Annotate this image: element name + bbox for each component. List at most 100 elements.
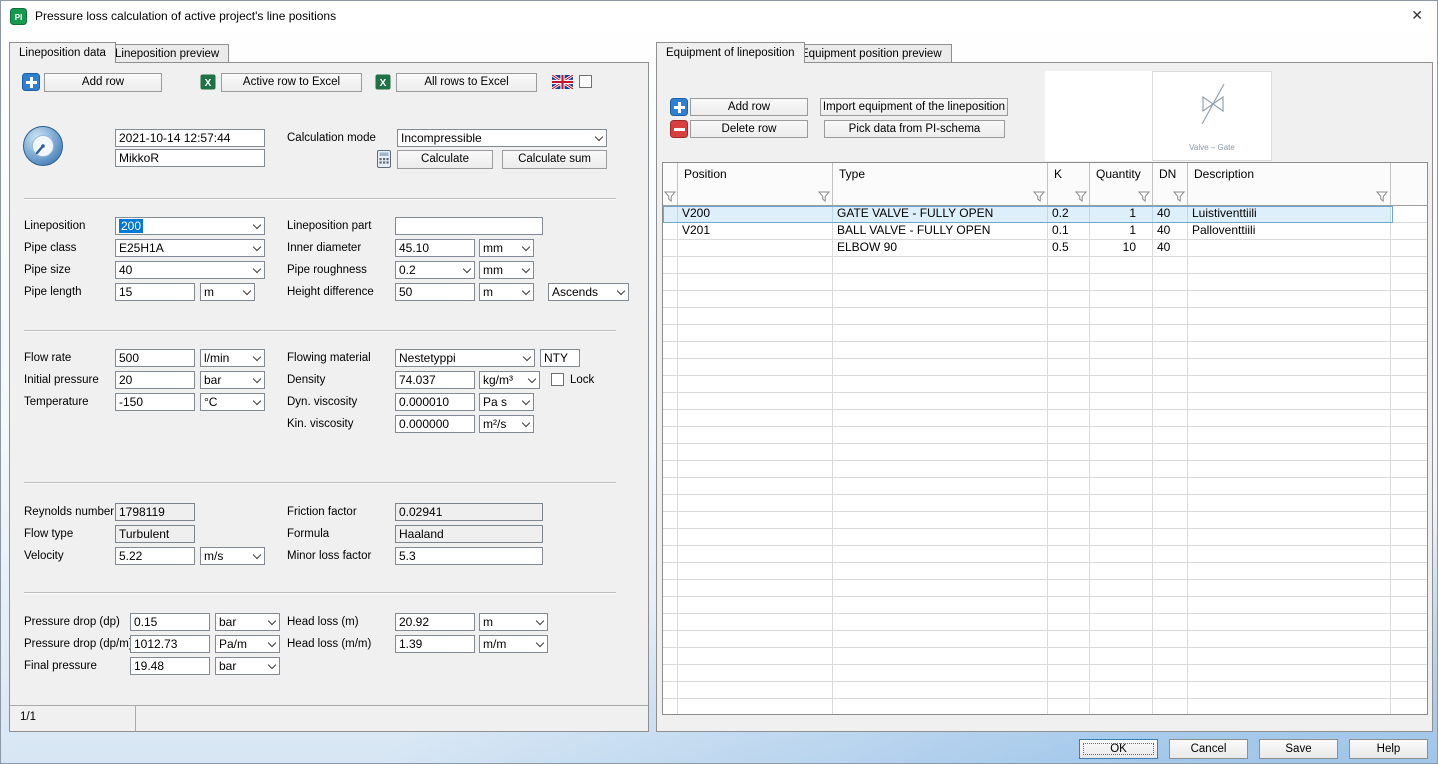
kin-viscosity-input[interactable] bbox=[395, 415, 475, 433]
table-header-type[interactable]: Type bbox=[833, 163, 1048, 205]
cell-k[interactable]: 0.2 bbox=[1048, 206, 1090, 223]
table-empty-row[interactable] bbox=[663, 427, 1427, 444]
inner-diameter-input[interactable] bbox=[395, 239, 475, 257]
equipment-delete-row-button[interactable]: Delete row bbox=[690, 120, 808, 138]
delete-row-icon[interactable] bbox=[670, 120, 688, 138]
height-difference-input[interactable] bbox=[395, 283, 475, 301]
add-row-icon[interactable] bbox=[670, 98, 688, 116]
excel-icon[interactable]: X bbox=[200, 74, 216, 90]
final-pressure-unit-combobox[interactable]: bar bbox=[215, 657, 280, 675]
lock-checkbox[interactable] bbox=[551, 373, 564, 386]
flowing-material-combobox[interactable]: Nestetyppi bbox=[395, 349, 535, 367]
calculation-mode-combobox[interactable]: Incompressible bbox=[397, 129, 607, 147]
filter-icon[interactable] bbox=[818, 191, 830, 202]
table-row[interactable]: ELBOW 90 0.5 10 40 bbox=[663, 240, 1427, 257]
table-empty-row[interactable] bbox=[663, 495, 1427, 512]
head-loss-mm-input[interactable] bbox=[395, 635, 475, 653]
dyn-viscosity-input[interactable] bbox=[395, 393, 475, 411]
cell-type[interactable]: BALL VALVE - FULLY OPEN bbox=[833, 223, 1048, 240]
cell-k[interactable]: 0.5 bbox=[1048, 240, 1090, 257]
cancel-button[interactable]: Cancel bbox=[1169, 739, 1248, 759]
table-empty-row[interactable] bbox=[663, 682, 1427, 699]
cell-description[interactable]: Palloventtiili bbox=[1188, 223, 1391, 240]
table-row[interactable]: V200 GATE VALVE - FULLY OPEN 0.2 1 40 Lu… bbox=[663, 206, 1427, 223]
velocity-input[interactable] bbox=[115, 547, 195, 565]
table-header-k[interactable]: K bbox=[1048, 163, 1090, 205]
user-field[interactable] bbox=[115, 149, 265, 167]
calculate-sum-button[interactable]: Calculate sum bbox=[502, 150, 607, 169]
tab-lineposition-data[interactable]: Lineposition data bbox=[9, 42, 116, 63]
table-empty-row[interactable] bbox=[663, 529, 1427, 546]
cell-position[interactable]: V200 bbox=[678, 206, 833, 223]
head-loss-m-input[interactable] bbox=[395, 613, 475, 631]
cell-type[interactable]: GATE VALVE - FULLY OPEN bbox=[833, 206, 1048, 223]
pick-data-pi-schema-button[interactable]: Pick data from PI-schema bbox=[824, 120, 1005, 138]
table-empty-row[interactable] bbox=[663, 308, 1427, 325]
tab-equipment-position-preview[interactable]: Equipment position preview bbox=[791, 44, 952, 63]
table-empty-row[interactable] bbox=[663, 546, 1427, 563]
tab-equipment-of-lineposition[interactable]: Equipment of lineposition bbox=[656, 42, 805, 63]
table-row[interactable]: V201 BALL VALVE - FULLY OPEN 0.1 1 40 Pa… bbox=[663, 223, 1427, 240]
pipe-roughness-unit-combobox[interactable]: mm bbox=[479, 261, 534, 279]
final-pressure-input[interactable] bbox=[130, 657, 210, 675]
table-empty-row[interactable] bbox=[663, 699, 1427, 715]
cell-dn[interactable]: 40 bbox=[1153, 240, 1188, 257]
flow-rate-unit-combobox[interactable]: l/min bbox=[200, 349, 265, 367]
lineposition-combobox[interactable]: 200 bbox=[115, 217, 265, 235]
filter-icon[interactable] bbox=[1376, 191, 1388, 202]
tab-lineposition-preview[interactable]: Lineposition preview bbox=[105, 44, 229, 63]
pressure-drop-dp-input[interactable] bbox=[130, 613, 210, 631]
filter-icon[interactable] bbox=[1075, 191, 1087, 202]
filter-icon[interactable] bbox=[1138, 191, 1150, 202]
table-empty-row[interactable] bbox=[663, 665, 1427, 682]
table-empty-row[interactable] bbox=[663, 359, 1427, 376]
kin-viscosity-unit-combobox[interactable]: m²/s bbox=[479, 415, 534, 433]
pipe-roughness-combobox[interactable]: 0.2 bbox=[395, 261, 475, 279]
timestamp-field[interactable] bbox=[115, 129, 265, 147]
height-difference-unit-combobox[interactable]: m bbox=[479, 283, 534, 301]
table-empty-row[interactable] bbox=[663, 648, 1427, 665]
density-input[interactable] bbox=[395, 371, 475, 389]
inner-diameter-unit-combobox[interactable]: mm bbox=[479, 239, 534, 257]
cell-type[interactable]: ELBOW 90 bbox=[833, 240, 1048, 257]
import-equipment-button[interactable]: Import equipment of the lineposition bbox=[820, 98, 1008, 116]
row-gutter[interactable] bbox=[663, 206, 678, 223]
cell-quantity[interactable]: 10 bbox=[1090, 240, 1153, 257]
temperature-unit-combobox[interactable]: °C bbox=[200, 393, 265, 411]
all-rows-to-excel-button[interactable]: All rows to Excel bbox=[396, 73, 537, 92]
pipe-length-unit-combobox[interactable]: m bbox=[200, 283, 255, 301]
flow-rate-input[interactable] bbox=[115, 349, 195, 367]
cell-position[interactable] bbox=[678, 240, 833, 257]
pressure-drop-dp-unit-combobox[interactable]: bar bbox=[215, 613, 280, 631]
material-code-field[interactable] bbox=[540, 349, 580, 367]
row-gutter[interactable] bbox=[663, 240, 678, 257]
table-header-description[interactable]: Description bbox=[1188, 163, 1391, 205]
head-loss-mm-unit-combobox[interactable]: m/m bbox=[479, 635, 548, 653]
save-button[interactable]: Save bbox=[1259, 739, 1338, 759]
calculator-icon[interactable] bbox=[377, 150, 391, 168]
table-empty-row[interactable] bbox=[663, 580, 1427, 597]
table-empty-row[interactable] bbox=[663, 376, 1427, 393]
pressure-drop-dpm-unit-combobox[interactable]: Pa/m bbox=[215, 635, 280, 653]
cell-dn[interactable]: 40 bbox=[1153, 206, 1188, 223]
ok-button[interactable]: OK bbox=[1079, 739, 1158, 759]
equipment-add-row-button[interactable]: Add row bbox=[690, 98, 808, 116]
pipe-size-combobox[interactable]: 40 bbox=[115, 261, 265, 279]
cell-description[interactable]: Luistiventtiili bbox=[1188, 206, 1391, 223]
table-header-quantity[interactable]: Quantity bbox=[1090, 163, 1153, 205]
velocity-unit-combobox[interactable]: m/s bbox=[200, 547, 265, 565]
initial-pressure-input[interactable] bbox=[115, 371, 195, 389]
add-row-button[interactable]: Add row bbox=[44, 73, 162, 92]
table-header-position[interactable]: Position bbox=[678, 163, 833, 205]
add-row-icon[interactable] bbox=[22, 73, 40, 91]
pipe-class-combobox[interactable]: E25H1A bbox=[115, 239, 265, 257]
filter-icon[interactable] bbox=[664, 191, 676, 202]
active-row-to-excel-button[interactable]: Active row to Excel bbox=[221, 73, 362, 92]
cell-quantity[interactable]: 1 bbox=[1090, 223, 1153, 240]
table-empty-row[interactable] bbox=[663, 614, 1427, 631]
table-empty-row[interactable] bbox=[663, 291, 1427, 308]
dyn-viscosity-unit-combobox[interactable]: Pa s bbox=[479, 393, 534, 411]
cell-dn[interactable]: 40 bbox=[1153, 223, 1188, 240]
cell-k[interactable]: 0.1 bbox=[1048, 223, 1090, 240]
table-empty-row[interactable] bbox=[663, 512, 1427, 529]
